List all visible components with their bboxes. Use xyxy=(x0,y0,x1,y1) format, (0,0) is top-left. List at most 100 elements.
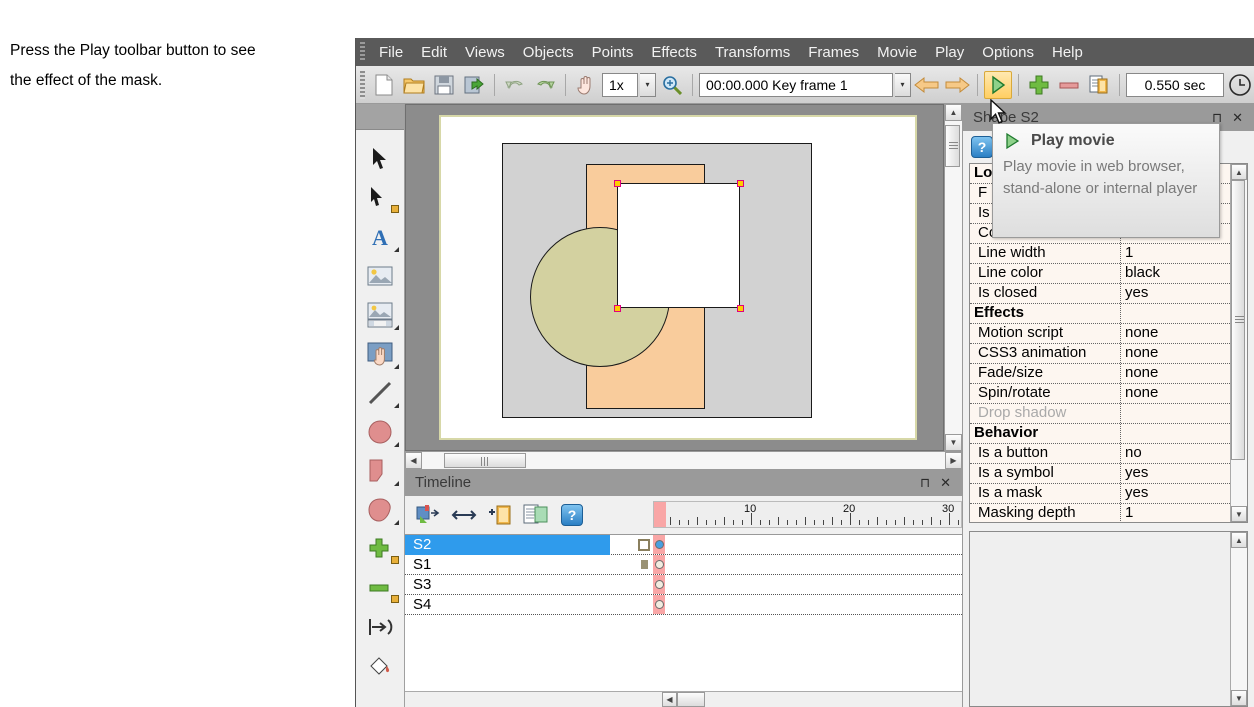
table-row[interactable]: Is a mask yes xyxy=(970,484,1230,504)
export-button[interactable] xyxy=(460,71,488,99)
scroll-right-arrow-icon[interactable]: ▶ xyxy=(945,452,962,469)
properties-help-button[interactable]: ? xyxy=(971,136,993,158)
menu-points[interactable]: Points xyxy=(583,41,643,64)
layer-visibility-marker[interactable] xyxy=(638,538,650,551)
scroll-up-arrow-icon[interactable]: ▲ xyxy=(1231,164,1247,180)
table-row[interactable]: Line width 1 xyxy=(970,244,1230,264)
canvas-hscroll-thumb[interactable] xyxy=(444,453,526,468)
add-frame-button[interactable] xyxy=(485,501,515,529)
selection-handle-bottom-right[interactable] xyxy=(737,305,744,312)
menu-frames[interactable]: Frames xyxy=(799,41,868,64)
timeline-horizontal-scrollbar[interactable]: ◀ xyxy=(405,691,962,707)
close-x-icon[interactable]: ✕ xyxy=(1227,110,1248,126)
menu-gripper-icon[interactable] xyxy=(360,42,365,62)
point-select-tool[interactable] xyxy=(358,179,402,217)
canvas-vscroll-track[interactable] xyxy=(945,121,962,434)
property-value[interactable]: none xyxy=(1120,364,1230,383)
layer-keyframe-column[interactable] xyxy=(653,595,665,614)
timeline-playhead[interactable] xyxy=(654,502,666,527)
time-keyframe-field[interactable]: 00:00.000 Key frame 1 xyxy=(699,72,893,97)
previous-frame-button[interactable] xyxy=(913,71,941,99)
next-frame-button[interactable] xyxy=(943,71,971,99)
text-tool[interactable]: A xyxy=(358,218,402,256)
menu-movie[interactable]: Movie xyxy=(868,41,926,64)
table-row[interactable]: Effects xyxy=(970,304,1230,324)
notes-scroll-track[interactable] xyxy=(1231,548,1247,690)
layer-keyframe-column[interactable] xyxy=(653,535,665,554)
play-movie-button[interactable] xyxy=(984,70,1012,99)
property-value[interactable] xyxy=(1120,304,1230,323)
table-row[interactable]: Line color black xyxy=(970,264,1230,284)
timeline-hscroll-thumb[interactable] xyxy=(677,692,705,707)
undo-button[interactable] xyxy=(501,71,529,99)
selection-handle-top-left[interactable] xyxy=(614,180,621,187)
timeline-ruler[interactable]: 10 20 30 xyxy=(653,501,962,528)
stretch-frames-button[interactable] xyxy=(449,501,479,529)
remove-frame-button[interactable] xyxy=(1055,71,1083,99)
canvas-vertical-scrollbar[interactable]: ▲ ▼ xyxy=(944,104,962,451)
property-value[interactable]: 1 xyxy=(1120,504,1230,522)
menu-edit[interactable]: Edit xyxy=(412,41,456,64)
scroll-left-arrow-icon[interactable]: ◀ xyxy=(405,452,422,469)
notes-vertical-scrollbar[interactable]: ▲ ▼ xyxy=(1230,532,1247,706)
selection-handle-bottom-left[interactable] xyxy=(614,305,621,312)
keyframe-dropdown-arrow[interactable]: ▾ xyxy=(895,72,911,97)
menu-transforms[interactable]: Transforms xyxy=(706,41,799,64)
image-tool[interactable] xyxy=(358,257,402,295)
notes-text-area[interactable] xyxy=(970,532,1230,706)
frame-duration-field[interactable]: 0.550 sec xyxy=(1126,72,1224,97)
property-value[interactable]: none xyxy=(1120,384,1230,403)
menu-effects[interactable]: Effects xyxy=(642,41,706,64)
frame-properties-button[interactable] xyxy=(521,501,551,529)
select-arrow-tool[interactable] xyxy=(358,140,402,178)
scroll-down-arrow-icon[interactable]: ▼ xyxy=(1231,690,1247,706)
timeline-layer-s3[interactable]: S3 xyxy=(405,575,962,595)
close-x-icon[interactable]: ✕ xyxy=(935,475,956,491)
layer-keyframe-column[interactable] xyxy=(653,575,665,594)
motion-path-tool[interactable] xyxy=(358,608,402,646)
scroll-up-arrow-icon[interactable]: ▲ xyxy=(1231,532,1247,548)
layer-visibility-marker[interactable] xyxy=(641,560,648,569)
canvas-horizontal-scrollbar[interactable]: ◀ ▶ xyxy=(405,451,962,469)
property-value[interactable]: no xyxy=(1120,444,1230,463)
table-row[interactable]: Motion script none xyxy=(970,324,1230,344)
property-value[interactable]: 1 xyxy=(1120,244,1230,263)
selection-handle-top-right[interactable] xyxy=(737,180,744,187)
menu-help[interactable]: Help xyxy=(1043,41,1092,64)
property-value[interactable]: black xyxy=(1120,264,1230,283)
property-value[interactable]: none xyxy=(1120,344,1230,363)
timeline-layer-s1[interactable]: S1 xyxy=(405,555,962,575)
table-row[interactable]: Behavior xyxy=(970,424,1230,444)
fill-tool[interactable] xyxy=(358,647,402,685)
blob-tool[interactable] xyxy=(358,491,402,529)
menu-views[interactable]: Views xyxy=(456,41,514,64)
property-value[interactable]: yes xyxy=(1120,464,1230,483)
toolbar-gripper-icon[interactable] xyxy=(360,71,365,99)
table-row[interactable]: CSS3 animation none xyxy=(970,344,1230,364)
ellipse-tool[interactable] xyxy=(358,413,402,451)
zoom-dropdown-arrow[interactable]: ▾ xyxy=(640,72,656,97)
save-button[interactable] xyxy=(430,71,458,99)
timeline-scroll-left-arrow-icon[interactable]: ◀ xyxy=(662,692,677,707)
timing-button[interactable] xyxy=(1226,71,1254,99)
timeline-layer-s4[interactable]: S4 xyxy=(405,595,962,615)
hand-drag-tool[interactable] xyxy=(358,335,402,373)
redo-button[interactable] xyxy=(531,71,559,99)
add-point-tool[interactable] xyxy=(358,530,402,568)
table-row[interactable]: Is a symbol yes xyxy=(970,464,1230,484)
table-row[interactable]: Fade/size none xyxy=(970,364,1230,384)
canvas-hscroll-track[interactable] xyxy=(422,452,945,469)
line-tool[interactable] xyxy=(358,374,402,412)
drawing-canvas[interactable] xyxy=(405,104,944,451)
insert-key-frame-button[interactable] xyxy=(413,501,443,529)
white-mask-square-shape[interactable] xyxy=(617,183,740,308)
properties-scroll-track[interactable] xyxy=(1231,180,1247,506)
table-row[interactable]: Is closed yes xyxy=(970,284,1230,304)
menu-play[interactable]: Play xyxy=(926,41,973,64)
polygon-tool[interactable] xyxy=(358,452,402,490)
pan-tool-button[interactable] xyxy=(572,71,600,99)
timeline-help-button[interactable]: ? xyxy=(557,501,587,529)
frames-list-button[interactable] xyxy=(1085,71,1113,99)
table-row[interactable]: Masking depth 1 xyxy=(970,504,1230,522)
menu-objects[interactable]: Objects xyxy=(514,41,583,64)
